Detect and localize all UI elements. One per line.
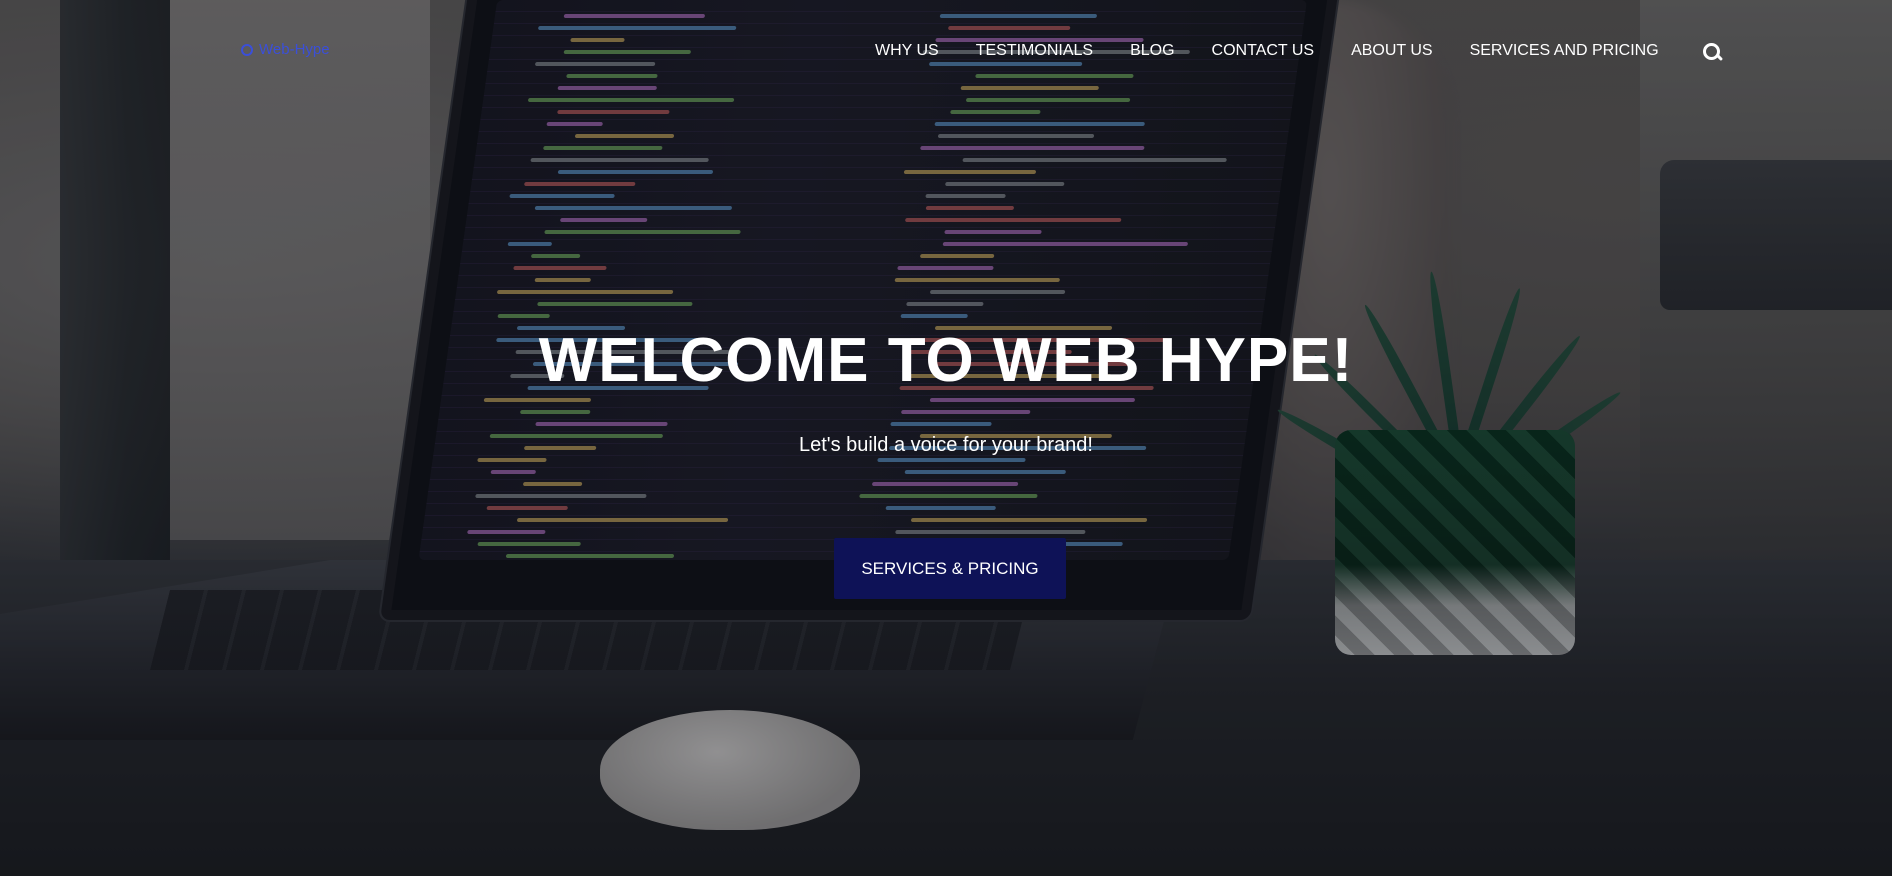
main-navigation: WHY US TESTIMONIALS BLOG CONTACT US ABOU… bbox=[875, 42, 1721, 60]
nav-link-about-us[interactable]: ABOUT US bbox=[1351, 42, 1433, 60]
search-icon[interactable] bbox=[1702, 43, 1721, 61]
site-logo[interactable]: Web-Hype bbox=[241, 41, 330, 58]
nav-link-why-us[interactable]: WHY US bbox=[875, 42, 939, 60]
logo-icon bbox=[241, 43, 253, 56]
hero-subtitle: Let's build a voice for your brand! bbox=[799, 434, 1093, 456]
nav-link-services-and-pricing[interactable]: SERVICES AND PRICING bbox=[1470, 42, 1659, 60]
nav-link-contact-us[interactable]: CONTACT US bbox=[1212, 42, 1315, 60]
hero-title: WELCOME TO WEB HYPE! bbox=[538, 326, 1354, 395]
services-pricing-button[interactable]: SERVICES & PRICING bbox=[834, 538, 1066, 599]
logo-text: Web-Hype bbox=[259, 41, 330, 58]
nav-link-blog[interactable]: BLOG bbox=[1130, 42, 1174, 60]
nav-link-testimonials[interactable]: TESTIMONIALS bbox=[976, 42, 1093, 60]
